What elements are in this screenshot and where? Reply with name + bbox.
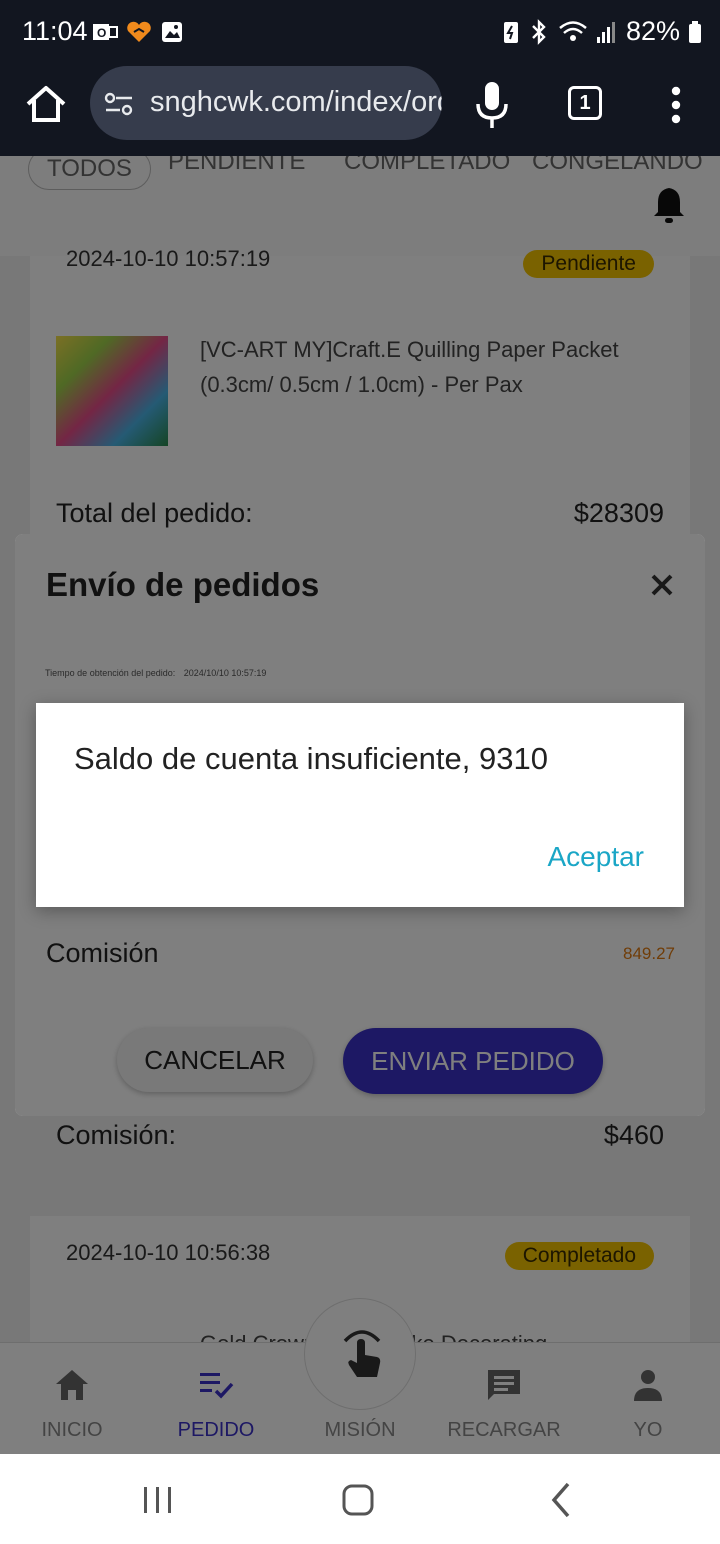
wifi-icon <box>559 20 587 41</box>
signal-icon <box>596 21 615 43</box>
bluetooth-icon <box>532 18 546 45</box>
tab-switcher-button[interactable]: 1 <box>568 86 602 120</box>
svg-text:O: O <box>97 26 106 40</box>
system-navigation-bar <box>0 1454 720 1544</box>
status-bar: 11:04 O 82% <box>0 0 720 64</box>
app-heart-icon <box>127 21 151 42</box>
home-icon[interactable] <box>24 82 68 126</box>
battery-saver-icon <box>503 21 518 43</box>
accept-button[interactable]: Aceptar <box>548 841 645 873</box>
back-icon[interactable] <box>542 1480 582 1520</box>
browser-toolbar: snghcwk.com/index/order 1 <box>0 64 720 156</box>
alert-dialog: Saldo de cuenta insuficiente, 9310 Acept… <box>36 703 684 907</box>
more-menu-icon[interactable] <box>670 86 682 124</box>
system-status-icons: 82% <box>502 16 702 47</box>
notification-icons: O <box>92 20 186 44</box>
battery-icon <box>689 20 701 43</box>
address-bar[interactable]: snghcwk.com/index/order <box>90 66 442 140</box>
recent-apps-icon[interactable] <box>138 1480 178 1520</box>
alert-message: Saldo de cuenta insuficiente, 9310 <box>74 741 548 776</box>
gallery-icon <box>162 22 182 42</box>
url-text[interactable]: snghcwk.com/index/order <box>150 86 442 119</box>
home-button-icon[interactable] <box>338 1480 378 1520</box>
status-time: 11:04 <box>22 16 88 46</box>
outlook-icon: O <box>93 24 118 40</box>
microphone-icon[interactable] <box>474 80 510 130</box>
battery-percent: 82% <box>625 16 680 46</box>
site-settings-icon[interactable] <box>104 90 134 118</box>
